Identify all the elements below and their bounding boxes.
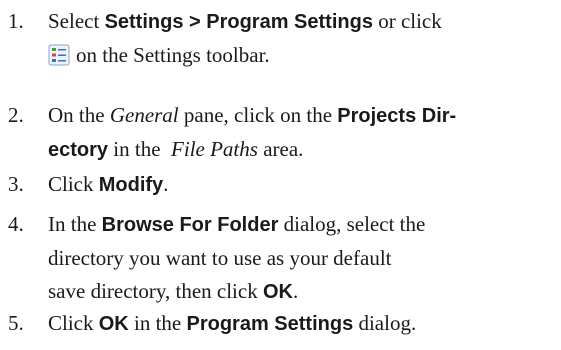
text-line: Click OK in the Program Settings dialog. [48, 307, 553, 341]
button-name: OK [98, 313, 129, 335]
instruction-list: 1. Select Settings > Program Settings or… [0, 0, 561, 350]
setting-name: Projects Dir- [337, 105, 457, 127]
text-run: or click [372, 9, 442, 33]
text-run: in the [108, 137, 172, 161]
text-run: Select [48, 9, 105, 33]
step-text: On the General pane, click on the Projec… [48, 99, 553, 167]
text-run: save directory, then click [48, 279, 263, 303]
text-run: directory you want to use as your defaul… [48, 246, 392, 270]
text-run: Click [48, 311, 99, 335]
text-line: In the Browse For Folder dialog, select … [48, 208, 553, 242]
text-run: on the Settings toolbar. [76, 43, 270, 67]
text-line: directory you want to use as your defaul… [48, 242, 553, 275]
text-line: ectory in the File Paths area. [48, 133, 553, 167]
dialog-name: Browse For Folder [101, 214, 279, 236]
text-line: On the General pane, click on the Projec… [48, 99, 553, 133]
dialog-name: Program Settings [186, 313, 354, 335]
area-name: File Paths [171, 137, 258, 161]
text-run: dialog. [353, 311, 417, 335]
text-line: on the Settings toolbar. [48, 39, 553, 72]
step-number: 4. [8, 212, 24, 236]
text-run: pane, click on the [178, 103, 338, 127]
text-line: Select Settings > Program Settings or cl… [48, 5, 553, 39]
step-text: Click OK in the Program Settings dialog. [48, 307, 553, 341]
step-number: 5. [8, 311, 24, 335]
step-number: 1. [8, 9, 24, 33]
button-name: Modify [98, 174, 164, 196]
text-run: . [292, 279, 299, 303]
pane-name: General [109, 103, 179, 127]
text-run: In the [48, 212, 102, 236]
step-number: 3. [8, 172, 24, 196]
text-run: Click [48, 172, 99, 196]
text-run: dialog, select the [278, 212, 426, 236]
text-line: Click Modify. [48, 168, 553, 202]
setting-name: ectory [48, 139, 109, 161]
step-text: Click Modify. [48, 168, 553, 202]
text-run: in the [128, 311, 187, 335]
step-text: In the Browse For Folder dialog, select … [48, 208, 553, 309]
text-run: area. [257, 137, 304, 161]
text-run: On the [48, 103, 110, 127]
text-run: . [163, 172, 169, 196]
text-line: save directory, then click OK. [48, 275, 553, 309]
step-text: Select Settings > Program Settings or cl… [48, 5, 553, 72]
step-number: 2. [8, 103, 24, 127]
menu-path: Settings > Program Settings [104, 11, 373, 33]
program-settings-icon [48, 44, 70, 66]
button-name: OK [262, 281, 293, 303]
